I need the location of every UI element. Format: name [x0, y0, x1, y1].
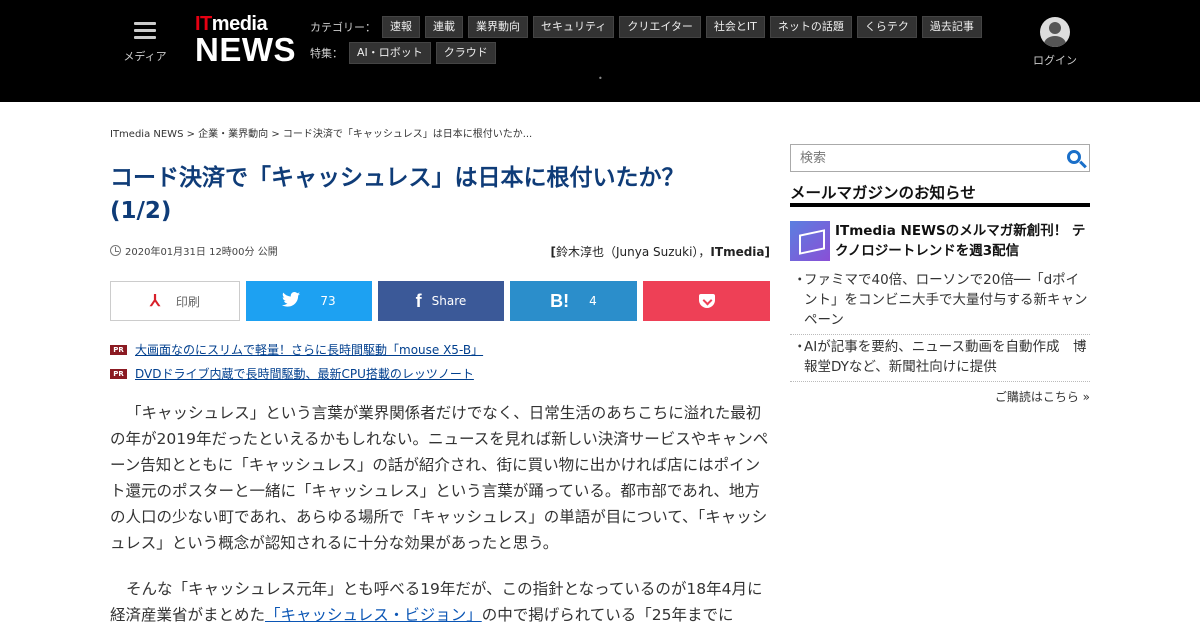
- article-paragraph-2: そんな「キャッシュレス元年」とも呼べる19年だが、この指針となっているのが18年…: [110, 580, 763, 624]
- facebook-label: Share: [431, 294, 467, 308]
- feature-ai-robot[interactable]: AI・ロボット: [349, 42, 431, 64]
- feature-cloud[interactable]: クラウド: [435, 42, 496, 64]
- clock-icon: [110, 245, 121, 256]
- cashless-vision-link[interactable]: 「キャッシュレス・ビジョン」: [265, 606, 482, 624]
- category-industry[interactable]: 業界動向: [468, 16, 528, 38]
- pocket-button[interactable]: [643, 281, 770, 321]
- facebook-share-button[interactable]: f Share: [378, 281, 504, 321]
- pocket-icon: [698, 294, 715, 308]
- breadcrumb[interactable]: ITmedia NEWS > 企業・業界動向 > コード決済で「キャッシュレス」…: [110, 125, 532, 140]
- media-menu-button[interactable]: メディア: [120, 20, 170, 64]
- publish-date: 2020年01月31日 12時00分 公開: [110, 243, 278, 258]
- user-avatar-icon: [1040, 17, 1070, 47]
- divider-dot: •: [598, 74, 603, 83]
- publish-date-text: 2020年01月31日 12時00分 公開: [125, 247, 278, 258]
- article-paragraph-1: 「キャッシュレス」という言葉が業界関係者だけでなく、日常生活のあちこちに溢れた最…: [110, 404, 769, 552]
- pr-link-1[interactable]: PR 大画面なのにスリムで軽量！さらに長時間駆動「mouse X5-B」: [110, 341, 483, 358]
- pdf-print-icon: ⅄: [150, 293, 160, 310]
- search-icon[interactable]: [1067, 150, 1081, 164]
- newsletter-mail-icon: [790, 221, 830, 261]
- subscribe-link[interactable]: ご購読はこちら »: [790, 388, 1090, 405]
- category-kuratech[interactable]: くらテク: [856, 16, 917, 38]
- byline: [鈴木淳也（Junya Suzuki），ITmedia]: [550, 245, 770, 259]
- newsletter-heading: メールマガジンのお知らせ: [790, 181, 1090, 207]
- category-society-it[interactable]: 社会とIT: [705, 16, 765, 38]
- author-outlet: ITmedia: [710, 245, 765, 259]
- category-archive[interactable]: 過去記事: [921, 16, 982, 38]
- twitter-bird-icon: [282, 292, 301, 310]
- search-box: [790, 144, 1090, 172]
- print-button[interactable]: ⅄ 印刷: [110, 281, 240, 321]
- feature-label: 特集：: [310, 47, 343, 60]
- article-title: コード決済で「キャッシュレス」は日本に根付いたか？ (1/2): [110, 165, 685, 224]
- pr-link-text[interactable]: DVDドライブ内蔵で長時間駆動、最新CPU搭載のレッツノート: [135, 365, 474, 382]
- newsletter-item[interactable]: ・ AIが記事を要約、ニュース動画を自動作成 博報堂DYなど、新聞社向けに提供: [790, 337, 1090, 382]
- newsletter-feature-text: ITmedia NEWSのメルマガ新創刊！ テクノロジートレンドを週3配信: [835, 223, 1086, 259]
- logo-news: NEWS: [195, 31, 296, 68]
- share-bar: ⅄ 印刷 73 f Share B! 4: [110, 281, 770, 321]
- twitter-count: 73: [320, 294, 336, 308]
- newsletter-item-text: ファミマで40倍、ローソンで20倍──「dポイント」をコンビニ大手で大量付与する…: [804, 272, 1088, 328]
- category-creator[interactable]: クリエイター: [619, 16, 701, 38]
- pr-link-text[interactable]: 大画面なのにスリムで軽量！さらに長時間駆動「mouse X5-B」: [135, 341, 483, 358]
- newsletter-item-text: AIが記事を要約、ニュース動画を自動作成 博報堂DYなど、新聞社向けに提供: [804, 339, 1087, 375]
- hatena-bookmark-icon: B!: [550, 290, 570, 311]
- hatena-bookmark-button[interactable]: B! 4: [510, 281, 637, 321]
- pr-badge: PR: [110, 344, 127, 355]
- login-button[interactable]: ログイン: [1030, 17, 1080, 68]
- category-security[interactable]: セキュリティ: [533, 16, 615, 38]
- article-meta: 2020年01月31日 12時00分 公開 [鈴木淳也（Junya Suzuki…: [110, 243, 770, 259]
- pr-badge: PR: [110, 368, 127, 379]
- print-label: 印刷: [175, 294, 200, 309]
- itmedia-news-logo[interactable]: ITmedia NEWS: [195, 14, 296, 70]
- newsletter-feature[interactable]: ITmedia NEWSのメルマガ新創刊！ テクノロジートレンドを週3配信: [790, 221, 1090, 261]
- category-sokuho[interactable]: 速報: [382, 16, 420, 38]
- newsletter-item[interactable]: ・ ファミマで40倍、ローソンで20倍──「dポイント」をコンビニ大手で大量付与…: [790, 270, 1090, 335]
- media-menu-label: メディア: [123, 50, 167, 63]
- category-net-topics[interactable]: ネットの話題: [769, 16, 852, 38]
- category-label: カテゴリー：: [310, 21, 376, 34]
- category-nav: カテゴリー： 速報 連載 業界動向 セキュリティ クリエイター 社会とIT ネッ…: [310, 16, 987, 68]
- category-row: カテゴリー： 速報 連載 業界動向 セキュリティ クリエイター 社会とIT ネッ…: [310, 16, 987, 38]
- facebook-icon: f: [415, 290, 422, 311]
- author-name[interactable]: 鈴木淳也（Junya Suzuki）: [556, 245, 698, 259]
- site-header: メディア ITmedia NEWS カテゴリー： 速報 連載 業界動向 セキュリ…: [0, 0, 1200, 102]
- login-label: ログイン: [1033, 54, 1077, 67]
- search-input[interactable]: [791, 145, 1051, 171]
- feature-row: 特集： AI・ロボット クラウド: [310, 42, 987, 64]
- pr-link-2[interactable]: PR DVDドライブ内蔵で長時間駆動、最新CPU搭載のレッツノート: [110, 365, 474, 382]
- hamburger-icon: [134, 22, 156, 39]
- category-rensai[interactable]: 連載: [425, 16, 463, 38]
- hatena-count: 4: [589, 294, 597, 308]
- twitter-share-button[interactable]: 73: [246, 281, 372, 321]
